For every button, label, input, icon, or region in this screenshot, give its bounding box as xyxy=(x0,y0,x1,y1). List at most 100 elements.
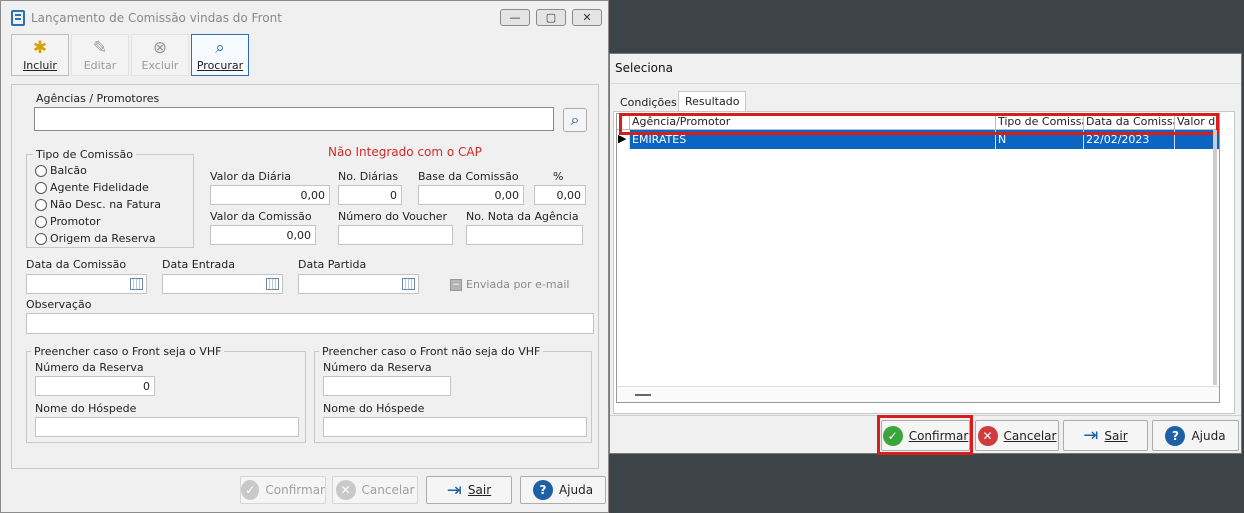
help-icon: ? xyxy=(1165,425,1186,446)
dialog-sair-button[interactable]: ⇥ Sair xyxy=(1063,420,1148,451)
cancelar-button[interactable]: ✕ Cancelar xyxy=(332,476,418,504)
app-icon xyxy=(11,9,25,26)
radio-promotor[interactable]: Promotor xyxy=(35,215,100,228)
dialog-confirmar-button[interactable]: ✓ Confirmar xyxy=(881,420,970,451)
confirmar-button[interactable]: ✓ Confirmar xyxy=(240,476,326,504)
data-partida-label: Data Partida xyxy=(298,258,367,271)
valor-diaria-input[interactable]: 0,00 xyxy=(210,185,330,205)
vhf-hospede-label: Nome do Hóspede xyxy=(35,402,137,415)
cell-tipo: N xyxy=(996,130,1084,149)
agencias-input[interactable] xyxy=(34,107,554,131)
radio-circle xyxy=(35,215,47,228)
calendar-icon[interactable] xyxy=(266,278,279,290)
search-icon: ⌕ xyxy=(570,110,580,129)
observacao-input[interactable] xyxy=(26,313,594,334)
tab-condicoes[interactable]: Condições xyxy=(614,93,683,112)
radio-agente-fidelidade[interactable]: Agente Fidelidade xyxy=(35,181,149,194)
radio-nao-desc-fatura[interactable]: Não Desc. na Fatura xyxy=(35,198,161,211)
title-divider xyxy=(610,83,1241,84)
vhf-reserva-input[interactable]: 0 xyxy=(35,376,155,396)
help-icon: ? xyxy=(532,480,553,500)
minimize-button[interactable]: — xyxy=(500,9,530,26)
check-icon: ✓ xyxy=(241,480,260,500)
scrollbar-thumb[interactable] xyxy=(635,394,651,396)
base-comissao-input[interactable]: 0,00 xyxy=(418,185,524,205)
delete-icon: ⊗ xyxy=(152,38,168,58)
vertical-scrollbar[interactable] xyxy=(1213,130,1217,385)
nota-agencia-input[interactable] xyxy=(466,225,583,245)
window-title: Lançamento de Comissão vindas do Front xyxy=(31,10,282,25)
new-document-icon: ✱ xyxy=(32,38,48,58)
table-row[interactable]: ▶ EMIRATES N 22/02/2023 xyxy=(617,130,1219,149)
editar-button[interactable]: ✎ Editar xyxy=(71,34,129,76)
nao-vhf-reserva-label: Número da Reserva xyxy=(323,361,432,374)
dialog-cancelar-button[interactable]: ✕ Cancelar xyxy=(975,420,1059,451)
sair-button[interactable]: ⇥ Sair xyxy=(426,476,512,504)
cancel-icon: ✕ xyxy=(977,425,998,446)
cell-data: 22/02/2023 xyxy=(1084,130,1175,149)
tipo-comissao-group: Tipo de Comissão Balcão Agente Fidelidad… xyxy=(26,148,194,248)
valor-comissao-input[interactable]: 0,00 xyxy=(210,225,316,245)
ajuda-button[interactable]: ? Ajuda xyxy=(520,476,606,504)
edit-icon: ✎ xyxy=(92,38,108,58)
pct-input[interactable]: 0,00 xyxy=(534,185,586,205)
data-entrada-input[interactable] xyxy=(162,274,283,294)
cell-agencia: EMIRATES xyxy=(630,130,996,149)
status-text: Não Integrado com o CAP xyxy=(328,145,482,159)
vhf-reserva-label: Número da Reserva xyxy=(35,361,144,374)
data-entrada-label: Data Entrada xyxy=(162,258,235,271)
column-data[interactable]: Data da Comissão xyxy=(1084,114,1175,129)
search-document-icon: ⌕ xyxy=(215,38,225,58)
nao-vhf-hospede-label: Nome do Hóspede xyxy=(323,402,425,415)
data-partida-input[interactable] xyxy=(298,274,419,294)
check-icon: ✓ xyxy=(882,425,903,446)
nao-vhf-reserva-input[interactable] xyxy=(323,376,451,396)
checkbox-icon: − xyxy=(450,278,462,291)
data-comissao-input[interactable] xyxy=(26,274,147,294)
calendar-icon[interactable] xyxy=(402,278,415,290)
radio-circle xyxy=(35,164,47,177)
excluir-button[interactable]: ⊗ Excluir xyxy=(131,34,189,76)
nao-vhf-group: Preencher caso o Front não seja do VHF N… xyxy=(314,345,592,443)
maximize-button[interactable]: ▢ xyxy=(536,9,566,26)
procurar-button[interactable]: ⌕ Procurar xyxy=(191,34,249,76)
pct-label: % xyxy=(553,170,564,183)
column-tipo[interactable]: Tipo de Comissão xyxy=(996,114,1084,129)
dialog-title: Seleciona xyxy=(615,61,673,75)
close-button[interactable]: ✕ xyxy=(572,9,602,26)
numero-voucher-input[interactable] xyxy=(338,225,453,245)
no-diarias-label: No. Diárias xyxy=(338,170,399,183)
grid-indicator-header xyxy=(617,114,630,129)
column-agencia[interactable]: Agência/Promotor xyxy=(630,114,996,129)
vhf-title: Preencher caso o Front seja o VHF xyxy=(31,345,225,358)
calendar-icon[interactable] xyxy=(130,278,143,290)
radio-origem-reserva[interactable]: Origem da Reserva xyxy=(35,232,156,245)
enviada-email-checkbox[interactable]: − Enviada por e-mail xyxy=(450,278,570,291)
column-valor[interactable]: Valor da xyxy=(1175,114,1219,129)
form-panel: Agências / Promotores ⌕ Não Integrado co… xyxy=(11,84,599,469)
seleciona-dialog: Seleciona Condições Resultado Agência/Pr… xyxy=(609,53,1242,455)
toolbar: ✱ Incluir ✎ Editar ⊗ Excluir ⌕ Procurar xyxy=(11,34,249,76)
cancel-icon: ✕ xyxy=(335,480,356,500)
base-comissao-label: Base da Comissão xyxy=(418,170,519,183)
radio-circle xyxy=(35,198,47,211)
incluir-button[interactable]: ✱ Incluir xyxy=(11,34,69,76)
nota-agencia-label: No. Nota da Agência xyxy=(466,210,579,223)
vhf-hospede-input[interactable] xyxy=(35,417,299,437)
horizontal-scrollbar[interactable] xyxy=(617,386,1219,402)
data-comissao-label: Data da Comissão xyxy=(26,258,127,271)
nao-vhf-title: Preencher caso o Front não seja do VHF xyxy=(319,345,544,358)
agencias-label: Agências / Promotores xyxy=(36,92,160,105)
nao-vhf-hospede-input[interactable] xyxy=(323,417,587,437)
tab-resultado[interactable]: Resultado xyxy=(678,91,747,112)
vhf-group: Preencher caso o Front seja o VHF Número… xyxy=(26,345,306,443)
dialog-ajuda-button[interactable]: ? Ajuda xyxy=(1152,420,1239,451)
results-grid: Agência/Promotor Tipo de Comissão Data d… xyxy=(616,113,1220,403)
agencias-search-button[interactable]: ⌕ xyxy=(563,108,587,132)
valor-comissao-label: Valor da Comissão xyxy=(210,210,312,223)
radio-balcao[interactable]: Balcão xyxy=(35,164,87,177)
no-diarias-input[interactable]: 0 xyxy=(338,185,402,205)
radio-circle xyxy=(35,232,47,245)
numero-voucher-label: Número do Voucher xyxy=(338,210,448,223)
radio-circle xyxy=(35,181,47,194)
